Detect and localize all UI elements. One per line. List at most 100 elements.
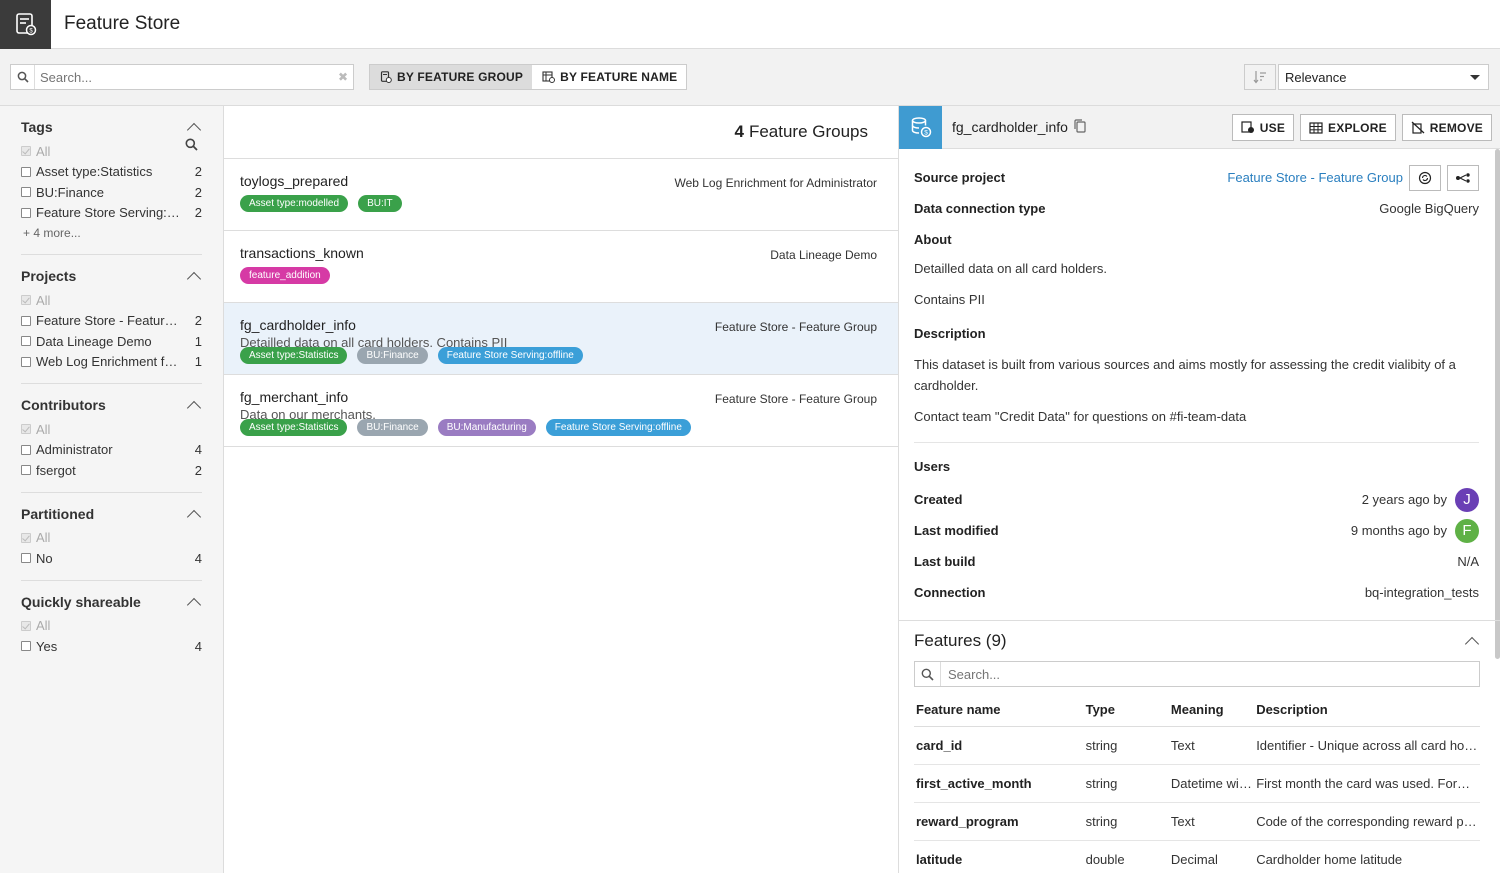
tag-badge[interactable]: BU:Finance (357, 347, 428, 364)
chevron-up-icon[interactable] (186, 122, 202, 138)
facet-all[interactable]: All (21, 290, 202, 311)
sort-order-button[interactable] (1244, 64, 1276, 90)
description-text: This dataset is built from various sourc… (914, 357, 1456, 393)
search-icon[interactable] (185, 138, 198, 154)
facet-item[interactable]: Asset type:Statistics 2 (21, 162, 202, 183)
facet-item[interactable]: BU:Finance 2 (21, 182, 202, 203)
column-header[interactable]: Meaning (1168, 693, 1255, 727)
item-project: Data Lineage Demo (770, 248, 877, 262)
show-more-link[interactable]: + 4 more... (21, 223, 202, 243)
item-name[interactable]: transactions_known (240, 245, 364, 261)
clear-search-icon[interactable]: ✖ (333, 70, 353, 84)
item-tags: Asset type:Statistics BU:Finance BU:Manufa… (240, 419, 691, 436)
facet-item[interactable]: Administrator 4 (21, 440, 202, 461)
table-row[interactable]: first_active_month string Datetime with tz… (914, 764, 1480, 803)
column-header[interactable]: Feature name (914, 693, 1084, 727)
facet-label: Asset type:Statistics (36, 164, 153, 180)
facet-contributors: Contributors All Administrator 4 fsergot 2 (21, 384, 202, 493)
by-feature-name-button[interactable]: BY FEATURE NAME (532, 65, 686, 89)
tag-badge[interactable]: BU:Manufacturing (437, 419, 536, 436)
table-row[interactable]: card_id string Text Identifier - Unique acr… (914, 726, 1480, 765)
facet-all[interactable]: All (21, 419, 202, 440)
flow-button[interactable] (1447, 164, 1479, 191)
tag-badge[interactable]: BU:Finance (357, 419, 428, 436)
sort-select[interactable]: Relevance (1278, 64, 1489, 90)
facet-count: 2 (194, 462, 202, 478)
checkbox[interactable] (21, 295, 31, 306)
tag-badge[interactable]: BU:IT (358, 195, 402, 212)
item-name[interactable]: fg_cardholder_info (240, 317, 356, 333)
checkbox[interactable] (21, 444, 31, 455)
facet-item[interactable]: Web Log Enrichment for Administrator 1 (21, 352, 202, 373)
details-title: fg_cardholder_info (952, 118, 1086, 136)
checkbox[interactable] (21, 207, 31, 218)
checkbox[interactable] (21, 166, 31, 177)
explore-label: EXPLORE (1328, 120, 1387, 135)
change-project-button[interactable] (1409, 164, 1441, 191)
list-item[interactable]: fg_merchant_info Feature Store - Feature … (224, 375, 898, 447)
remove-button[interactable]: REMOVE (1401, 114, 1492, 141)
chevron-up-icon[interactable] (186, 597, 202, 612)
facet-item[interactable]: No 4 (21, 548, 202, 569)
checkbox[interactable] (21, 641, 31, 652)
use-button[interactable]: USE (1231, 114, 1295, 141)
list-item[interactable]: fg_cardholder_info Feature Store - Featur… (224, 303, 898, 375)
facet-all[interactable]: All (21, 138, 202, 162)
checkbox[interactable] (21, 424, 31, 435)
column-header[interactable]: Type (1083, 693, 1169, 727)
checkbox[interactable] (21, 336, 31, 347)
list-item[interactable]: transactions_known Data Lineage Demo featu… (224, 231, 898, 303)
facet-item[interactable]: Yes 4 (21, 636, 202, 657)
table-row[interactable]: reward_program string Text Code of the corr… (914, 802, 1480, 841)
facet-item[interactable]: Feature Store Serving:offline 2 (21, 203, 202, 224)
source-project-link[interactable]: Feature Store - Feature Group (1227, 170, 1403, 185)
column-header[interactable]: Description (1254, 693, 1480, 727)
avatar[interactable]: F (1455, 518, 1479, 543)
feature-store-icon[interactable]: $ (0, 0, 51, 49)
copy-icon[interactable] (1074, 118, 1086, 136)
explore-button[interactable]: EXPLORE (1300, 114, 1396, 141)
checkbox[interactable] (21, 465, 31, 476)
list-item[interactable]: toylogs_prepared Web Log Enrichment for A… (224, 159, 898, 231)
facet-all[interactable]: All (21, 528, 202, 549)
item-name[interactable]: toylogs_prepared (240, 173, 348, 189)
tag-badge[interactable]: Asset type:Statistics (240, 419, 348, 436)
facet-item[interactable]: fsergot 2 (21, 460, 202, 481)
item-tags: feature_addition (240, 267, 330, 284)
chevron-up-icon[interactable] (186, 271, 202, 287)
checkbox[interactable] (21, 146, 31, 157)
chevron-up-icon[interactable] (186, 509, 202, 524)
tag-badge[interactable]: Feature Store Serving:offline (545, 419, 691, 436)
feature-type-cell: double (1083, 840, 1169, 873)
tag-badge[interactable]: feature_addition (240, 267, 330, 284)
item-project: Feature Store - Feature Group (714, 392, 877, 406)
checkbox[interactable] (21, 553, 31, 564)
facet-label: Feature Store Serving:offline (36, 205, 182, 221)
by-feature-group-button[interactable]: BY FEATURE GROUP (370, 65, 533, 89)
feature-meaning-cell: Datetime with tz (1168, 764, 1255, 803)
checkbox[interactable] (21, 356, 31, 367)
use-label: USE (1259, 120, 1286, 135)
checkbox[interactable] (21, 187, 31, 198)
facet-item[interactable]: Feature Store - Feature Group 2 (21, 311, 202, 332)
table-row[interactable]: latitude double Decimal Cardholder home lat… (914, 840, 1480, 873)
item-tags: Asset type:modelled BU:IT (240, 195, 402, 212)
tag-badge[interactable]: Asset type:Statistics (240, 347, 348, 364)
tag-badge[interactable]: Feature Store Serving:offline (437, 347, 583, 364)
search-icon (915, 662, 941, 686)
chevron-up-icon[interactable] (1464, 636, 1480, 651)
avatar[interactable]: J (1455, 487, 1479, 512)
item-name[interactable]: fg_merchant_info (240, 389, 348, 405)
view-toggle: BY FEATURE GROUP BY FEATURE NAME (369, 64, 688, 90)
checkbox[interactable] (21, 532, 31, 543)
facet-count: 2 (194, 184, 202, 200)
facet-all[interactable]: All (21, 616, 202, 637)
checkbox[interactable] (21, 315, 31, 326)
checkbox[interactable] (21, 620, 31, 631)
tag-badge[interactable]: Asset type:modelled (240, 195, 349, 212)
features-header: Features (9) (914, 621, 1480, 661)
facet-item[interactable]: Data Lineage Demo 1 (21, 331, 202, 352)
chevron-up-icon[interactable] (186, 400, 202, 416)
search-input[interactable] (35, 69, 333, 85)
features-search-input[interactable] (941, 666, 1479, 682)
